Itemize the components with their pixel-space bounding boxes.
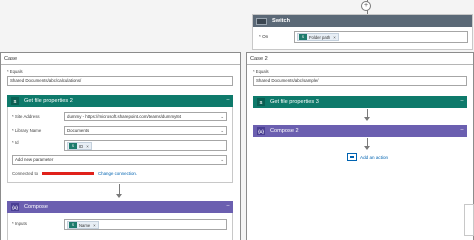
id-token[interactable]: S ID × xyxy=(67,142,92,150)
get-file-properties-2-header[interactable]: S Get file properties 2 ··· xyxy=(7,95,233,107)
remove-token-icon[interactable]: × xyxy=(333,35,336,40)
compose-icon: {x} xyxy=(257,127,265,135)
change-connection-link[interactable]: Change connection. xyxy=(98,171,137,176)
sharepoint-icon: S xyxy=(257,98,265,106)
switch-card[interactable]: Switch * On S Folder path × xyxy=(252,14,473,50)
sharepoint-token-icon: S xyxy=(69,222,77,228)
token-label: Folder path xyxy=(309,34,331,40)
token-label: Name xyxy=(79,222,91,228)
compose-2-header[interactable]: {x} Compose 2 ··· xyxy=(253,125,467,137)
equals-label: * Equals xyxy=(7,69,23,74)
site-address-label: * Site Address xyxy=(12,114,40,119)
on-input[interactable]: S Folder path × xyxy=(294,31,468,43)
folder-path-token[interactable]: S Folder path × xyxy=(297,33,339,41)
compose-body: * Inputs S Name × xyxy=(7,213,233,240)
inputs-label: * Inputs xyxy=(12,221,27,226)
arrow-down-icon xyxy=(364,117,370,121)
id-input[interactable]: S ID × xyxy=(64,140,227,151)
sharepoint-token-icon: S xyxy=(299,34,307,40)
equals-input[interactable]: Shared Documents/abc/sample/ xyxy=(253,76,467,86)
get-file-properties-3-header[interactable]: S Get file properties 3 ··· xyxy=(253,96,467,108)
more-options-icon[interactable]: ··· xyxy=(460,127,464,133)
switch-icon xyxy=(256,17,267,25)
name-token[interactable]: S Name × xyxy=(67,221,99,229)
divider xyxy=(247,64,473,65)
divider xyxy=(1,64,240,65)
add-new-parameter-dropdown[interactable]: Add new parameter ⌄ xyxy=(12,155,227,165)
case-panel[interactable]: Case * Equals Shared Documents/abc/calcu… xyxy=(0,52,241,240)
equals-input[interactable]: Shared Documents/abc/calculations/ xyxy=(7,76,233,86)
switch-title: Switch xyxy=(272,18,291,24)
chevron-down-icon: ⌄ xyxy=(220,114,224,119)
chevron-down-icon: ⌄ xyxy=(220,128,224,133)
add-action-label: Add an action xyxy=(360,154,389,160)
sharepoint-icon: S xyxy=(11,97,19,105)
case-2-panel[interactable]: Case 2 * Equals Shared Documents/abc/sam… xyxy=(246,52,474,240)
arrow-down-icon xyxy=(116,194,122,198)
sharepoint-token-icon: S xyxy=(69,143,77,149)
case-title: Case xyxy=(4,56,18,62)
compose-icon: {x} xyxy=(11,203,19,211)
on-label: * On xyxy=(259,34,269,39)
insert-step-button[interactable]: + xyxy=(361,1,371,11)
library-name-label: * Library Name xyxy=(12,128,42,133)
more-options-icon[interactable]: ··· xyxy=(460,98,464,104)
library-name-value: Documents xyxy=(67,128,90,133)
site-address-value: dummy - https://microsoft.sharepoint.com… xyxy=(67,114,182,119)
action-title: Compose 2 xyxy=(270,128,299,134)
action-title: Compose xyxy=(24,204,48,210)
more-options-icon[interactable]: ··· xyxy=(226,203,230,209)
redacted-connection xyxy=(42,172,94,175)
chevron-down-icon: ⌄ xyxy=(220,157,224,162)
arrow-down-icon xyxy=(364,146,370,150)
remove-token-icon[interactable]: × xyxy=(93,222,96,229)
case-title: Case 2 xyxy=(250,56,268,62)
id-label: * Id xyxy=(12,140,19,145)
connected-to-label: Connected to xyxy=(12,171,39,176)
library-name-dropdown[interactable]: Documents ⌄ xyxy=(64,126,227,135)
action-title: Get file properties 3 xyxy=(270,99,319,105)
inputs-field[interactable]: S Name × xyxy=(64,219,227,230)
site-address-dropdown[interactable]: dummy - https://microsoft.sharepoint.com… xyxy=(64,112,227,121)
add-parameter-label: Add new parameter xyxy=(15,157,54,162)
add-an-action-button[interactable]: Add an action xyxy=(347,153,388,161)
collapsed-panel-edge[interactable] xyxy=(464,204,474,236)
switch-header[interactable]: Switch xyxy=(253,15,472,27)
compose-header[interactable]: {x} Compose ··· xyxy=(7,201,233,213)
token-label: ID xyxy=(79,143,84,149)
remove-token-icon[interactable]: × xyxy=(86,143,89,150)
get-file-properties-2-body: * Site Address dummy - https://microsoft… xyxy=(7,107,233,183)
equals-label: * Equals xyxy=(253,69,269,74)
action-title: Get file properties 2 xyxy=(24,98,73,104)
add-action-icon xyxy=(347,153,357,161)
more-options-icon[interactable]: ··· xyxy=(226,97,230,103)
